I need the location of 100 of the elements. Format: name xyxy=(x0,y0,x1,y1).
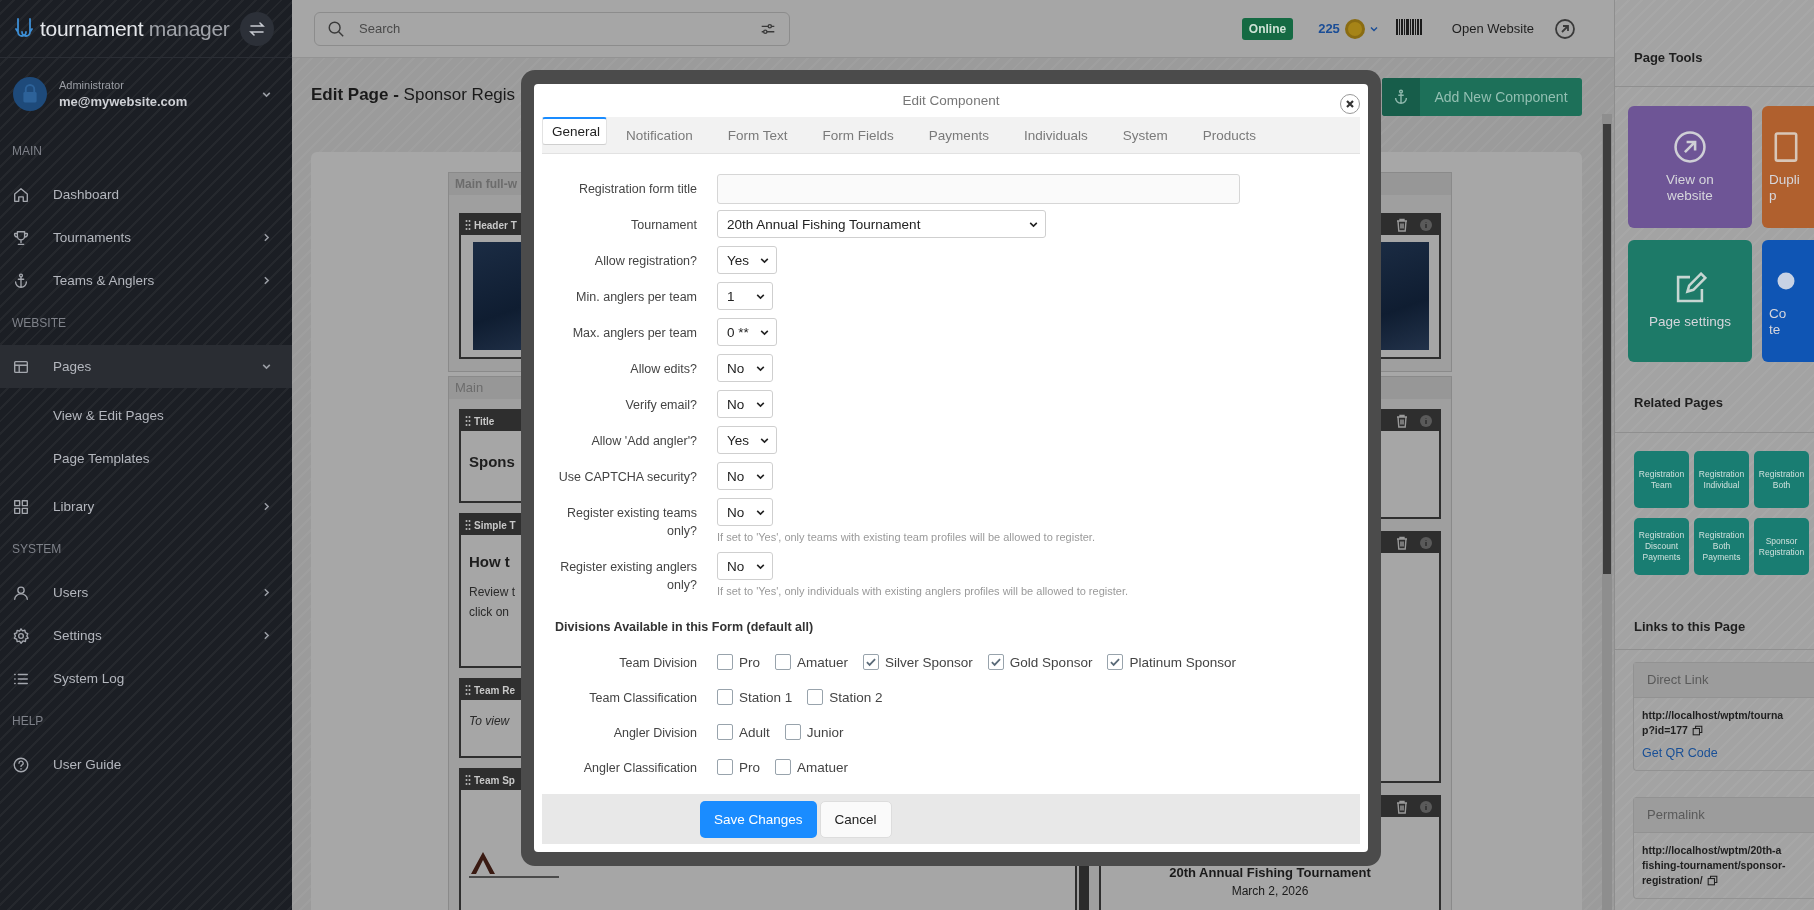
checkbox-label: Pro xyxy=(739,759,760,777)
nav-item[interactable]: Users xyxy=(0,571,292,614)
tab[interactable]: Form Fields xyxy=(806,116,910,154)
nav-item[interactable]: System Log xyxy=(0,657,292,700)
page-tool-tile[interactable]: View on website xyxy=(1628,106,1752,228)
dropdown[interactable]: No xyxy=(717,552,773,581)
nav-item[interactable]: Teams & Anglers xyxy=(0,259,292,302)
dropdown[interactable]: No xyxy=(717,462,773,491)
nav-item[interactable]: User Guide xyxy=(0,743,292,786)
url-text: http://localhost/wptm/20th-a fishing-tournament/sponsor- registration/ xyxy=(1642,843,1787,888)
link-card-header: Direct Link xyxy=(1634,663,1814,698)
checkbox[interactable] xyxy=(717,759,733,776)
trash-icon[interactable] xyxy=(1395,414,1409,428)
search-input[interactable]: Search xyxy=(357,20,747,37)
drag-handle-icon[interactable] xyxy=(465,415,471,427)
related-page-tile[interactable]: Sponsor Registration xyxy=(1754,518,1809,575)
checkbox[interactable] xyxy=(775,654,791,671)
tab[interactable]: Form Text xyxy=(711,116,804,154)
tab[interactable]: System xyxy=(1106,116,1184,154)
nav-item[interactable]: Pages xyxy=(0,345,292,388)
scrollbar[interactable] xyxy=(1602,114,1612,910)
related-page-tile[interactable]: Registration Team xyxy=(1634,451,1689,508)
brand-name: tournament manager xyxy=(40,16,230,41)
tab[interactable]: Payments xyxy=(912,116,1005,154)
block-text: To view xyxy=(469,714,510,728)
lock-avatar-icon xyxy=(13,77,47,111)
related-page-tile[interactable]: Registration Both xyxy=(1754,451,1809,508)
copy-icon[interactable] xyxy=(1706,875,1718,886)
nav-item[interactable]: Dashboard xyxy=(0,173,292,216)
field-label: Min. anglers per team xyxy=(575,289,698,307)
block-text: click on xyxy=(469,604,509,621)
checkbox[interactable] xyxy=(717,724,733,741)
drag-handle-icon[interactable] xyxy=(465,774,471,786)
home-icon xyxy=(12,185,30,204)
drag-handle-icon[interactable] xyxy=(465,519,471,531)
checkbox[interactable] xyxy=(1107,654,1124,671)
tab[interactable]: Individuals xyxy=(1007,116,1104,154)
nav-subitem[interactable]: Page Templates xyxy=(0,437,292,480)
field-label: Allow registration? xyxy=(593,253,698,271)
dropdown[interactable]: Yes xyxy=(717,426,778,455)
dropdown[interactable]: 20th Annual Fishing Tournament xyxy=(717,210,1046,239)
dropdown[interactable]: No xyxy=(717,354,773,383)
related-page-tile[interactable]: Registration Discount Payments xyxy=(1634,518,1689,575)
trash-icon[interactable] xyxy=(1395,536,1409,550)
close-button[interactable] xyxy=(1340,94,1360,114)
block-text: Review t xyxy=(469,584,515,601)
checkbox-label: Amatuer xyxy=(797,759,849,777)
checkbox[interactable] xyxy=(807,689,824,706)
checkbox[interactable] xyxy=(987,654,1004,671)
related-page-tile[interactable]: Registration Both Payments xyxy=(1694,518,1749,575)
checkbox[interactable] xyxy=(863,654,880,671)
dropdown[interactable]: No xyxy=(717,390,773,419)
block-heading: How t xyxy=(469,553,510,570)
nav-item[interactable]: Library xyxy=(0,485,292,528)
trash-icon[interactable] xyxy=(1395,218,1409,232)
nav-section-heading: SYSTEM xyxy=(11,541,63,558)
checkbox[interactable] xyxy=(784,724,801,741)
tab[interactable]: General xyxy=(542,116,608,145)
text-field[interactable] xyxy=(717,174,1240,205)
copy-icon[interactable] xyxy=(1691,725,1703,736)
page-title: Edit Page - Sponsor Regis xyxy=(311,85,516,105)
dropdown[interactable]: Yes xyxy=(717,246,778,275)
search-bar[interactable]: Search xyxy=(314,11,790,46)
nav-subitem[interactable]: View & Edit Pages xyxy=(0,394,292,437)
checkbox-label: Station 1 xyxy=(739,689,793,707)
field-label: Tournament xyxy=(630,217,698,235)
arrow-circle-icon[interactable] xyxy=(1554,17,1576,40)
checkbox[interactable] xyxy=(717,654,733,671)
panel-heading: Related Pages xyxy=(1615,374,1814,433)
checkbox[interactable] xyxy=(717,689,733,706)
close-icon xyxy=(1344,98,1356,110)
page-tool-tile[interactable]: Co te xyxy=(1762,240,1814,362)
trash-icon[interactable] xyxy=(1395,800,1409,814)
user-email: me@mywebsite.com xyxy=(59,94,189,109)
nav-item[interactable]: Settings xyxy=(0,614,292,657)
open-website-link[interactable]: Open Website xyxy=(1451,21,1534,36)
tab[interactable]: Notification xyxy=(610,116,709,154)
grid-icon xyxy=(12,497,30,516)
block-title: Title xyxy=(474,415,495,427)
drag-handle-icon[interactable] xyxy=(465,219,471,231)
page-tool-tile[interactable]: Page settings xyxy=(1628,240,1752,362)
checkbox-label: Adult xyxy=(739,724,770,742)
dropdown[interactable]: 1 xyxy=(717,282,773,311)
account-menu[interactable]: Administrator me@mywebsite.com xyxy=(0,58,292,130)
checkbox-label: Silver Sponsor xyxy=(885,654,973,672)
related-page-tile[interactable]: Registration Individual xyxy=(1694,451,1749,508)
dropdown[interactable]: 0 ** xyxy=(717,318,777,347)
nav-item[interactable]: Tournaments xyxy=(0,216,292,259)
field-label: Angler Division xyxy=(612,725,698,743)
field-label: Allow 'Add angler'? xyxy=(590,433,698,451)
cancel-button[interactable]: Cancel xyxy=(819,800,892,838)
drag-handle-icon[interactable] xyxy=(465,684,471,696)
tab[interactable]: Products xyxy=(1186,116,1272,154)
dropdown[interactable]: No xyxy=(717,498,773,527)
anchor-icon xyxy=(1392,88,1410,106)
field-label: Team Division xyxy=(618,655,698,673)
link-card-header: Permalink xyxy=(1634,798,1814,833)
switch-button[interactable] xyxy=(240,11,274,46)
block-title: Team Re xyxy=(474,684,515,696)
checkbox[interactable] xyxy=(775,759,791,776)
